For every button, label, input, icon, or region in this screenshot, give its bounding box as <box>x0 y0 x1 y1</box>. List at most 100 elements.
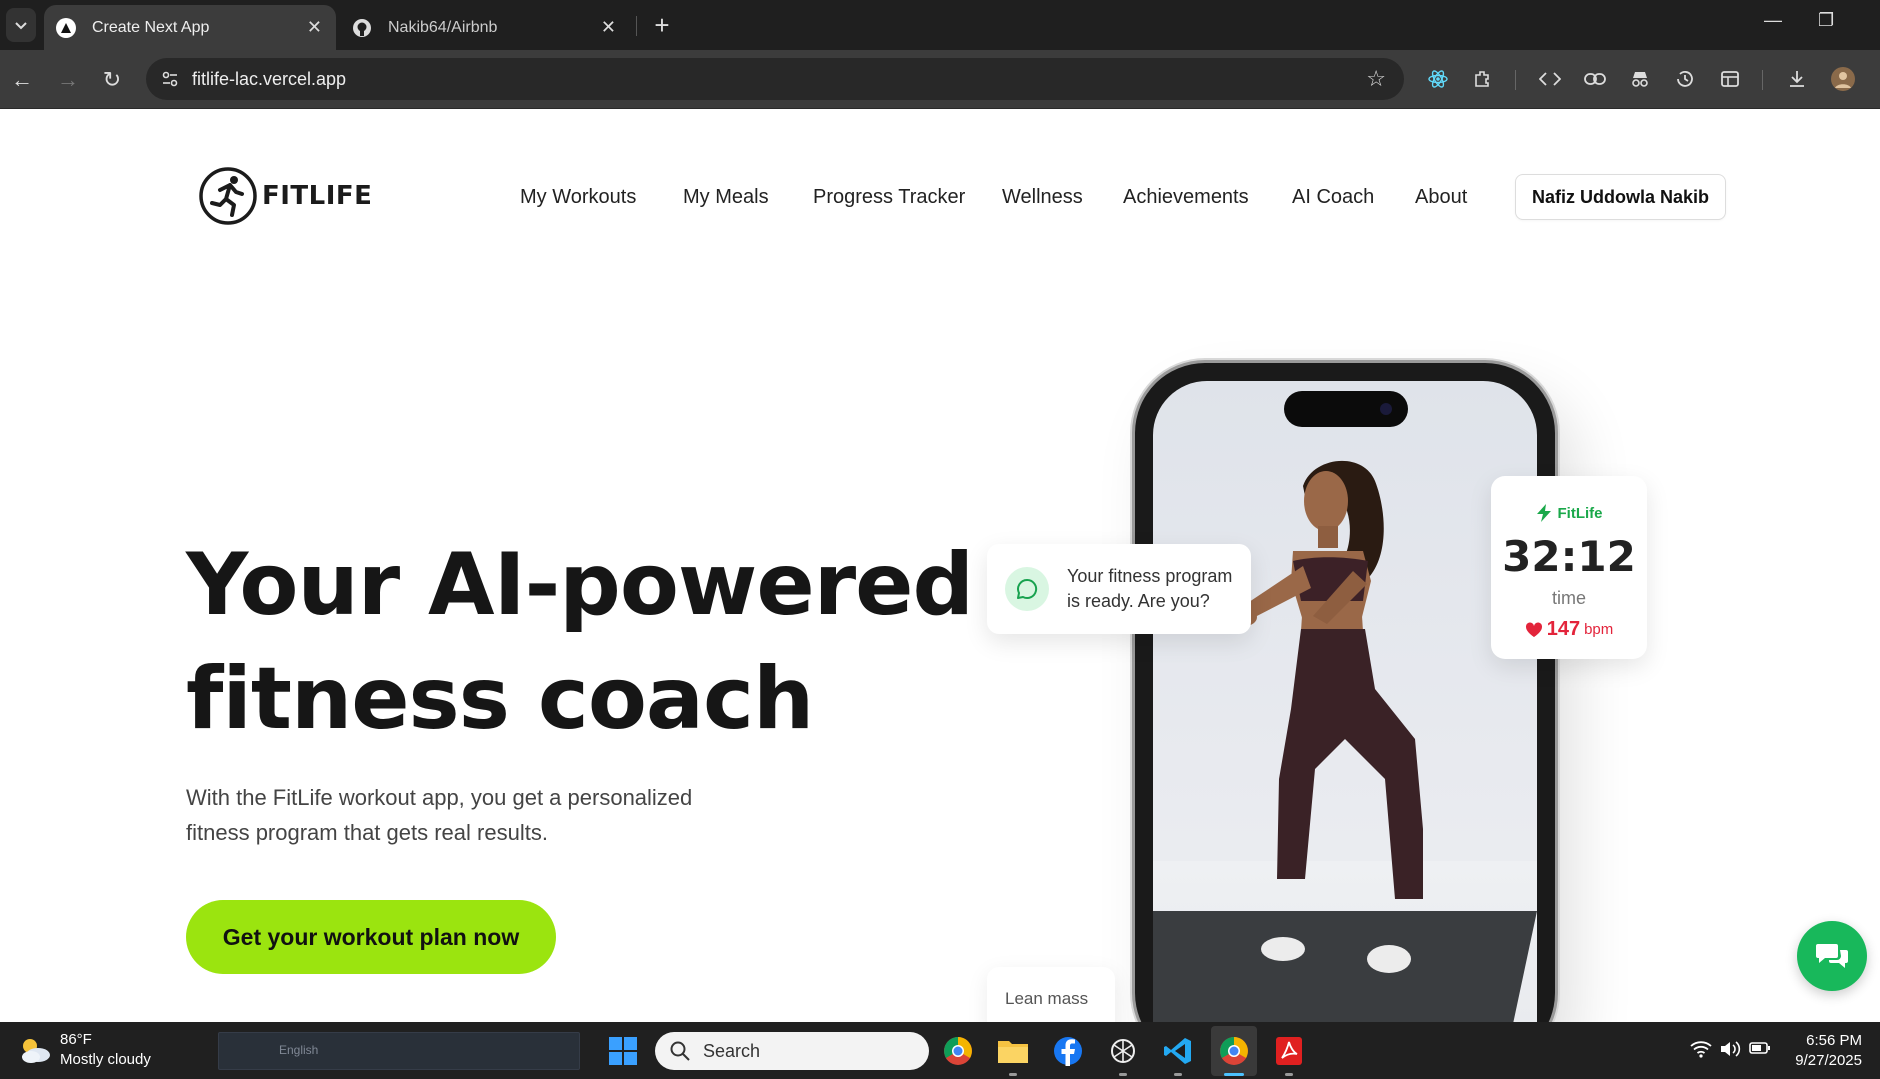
minimize-icon[interactable]: — <box>1764 10 1782 31</box>
profile-avatar-icon[interactable] <box>1828 64 1858 94</box>
user-profile-button[interactable]: Nafiz Uddowla Nakib <box>1515 174 1726 220</box>
windows-taskbar: 86°F Mostly cloudy English Search 6:56 P… <box>0 1022 1880 1079</box>
tab-github-airbnb[interactable]: Nakib64/Airbnb ✕ <box>340 5 630 50</box>
tab-title: Nakib64/Airbnb <box>388 18 498 36</box>
browser-tab-bar: Create Next App ✕ Nakib64/Airbnb ✕ + — ❐ <box>0 0 1880 50</box>
get-workout-plan-button[interactable]: Get your workout plan now <box>186 900 556 974</box>
woman-squatting-image <box>1233 460 1423 973</box>
back-button[interactable]: ← <box>6 64 38 96</box>
new-tab-button[interactable]: + <box>646 9 678 41</box>
search-icon <box>670 1041 690 1061</box>
chat-fab-button[interactable] <box>1797 921 1867 991</box>
nav-achievements[interactable]: Achievements <box>1123 186 1249 209</box>
chat-icon <box>1816 944 1848 968</box>
partly-cloudy-icon <box>22 1039 50 1063</box>
weather-widget[interactable]: 86°F Mostly cloudy <box>18 1030 151 1070</box>
program-ready-card: Your fitness program is ready. Are you? <box>987 544 1251 634</box>
phone-screen <box>1153 381 1537 1022</box>
workout-stats-card: FitLife 32:12 time 147 bpm <box>1491 476 1647 659</box>
side-panel-icon[interactable] <box>1715 64 1745 94</box>
github-favicon-icon <box>352 18 372 38</box>
battery-icon[interactable] <box>1749 1040 1771 1061</box>
lean-mass-label: Lean mass <box>1005 989 1089 1008</box>
brand-name: FITLIFE <box>262 181 373 211</box>
heart-icon <box>1525 621 1542 637</box>
site-settings-icon[interactable] <box>160 69 180 89</box>
nav-ai-coach[interactable]: AI Coach <box>1292 186 1374 209</box>
clock-time: 6:56 PM <box>1806 1032 1862 1049</box>
close-tab-icon[interactable]: ✕ <box>601 17 616 38</box>
system-clock[interactable]: 6:56 PM 9/27/2025 <box>1790 1031 1862 1071</box>
stats-brand: FitLife <box>1491 504 1647 522</box>
tab-create-next-app[interactable]: Create Next App ✕ <box>44 5 336 50</box>
chatgpt-icon[interactable] <box>1106 1034 1140 1076</box>
nav-progress-tracker[interactable]: Progress Tracker <box>813 186 965 209</box>
hero-headline: Your AI-powered fitness coach <box>186 528 974 756</box>
nextjs-favicon-icon <box>56 17 76 38</box>
tab-search-button[interactable] <box>6 8 36 42</box>
heart-rate-unit: bpm <box>1584 621 1614 638</box>
extensions-icon[interactable] <box>1468 64 1498 94</box>
weather-condition: Mostly cloudy <box>60 1051 151 1068</box>
code-icon[interactable] <box>1535 64 1565 94</box>
close-tab-icon[interactable]: ✕ <box>307 17 322 38</box>
lightning-bolt-icon <box>1536 504 1551 522</box>
react-devtools-icon[interactable] <box>1423 64 1453 94</box>
workout-time-label: time <box>1551 588 1586 608</box>
nav-about[interactable]: About <box>1415 186 1467 209</box>
link-icon[interactable] <box>1580 64 1610 94</box>
reload-button[interactable]: ↻ <box>96 64 128 96</box>
windows-start-icon[interactable] <box>608 1036 638 1066</box>
camera-lens <box>1380 403 1392 415</box>
nav-my-workouts[interactable]: My Workouts <box>520 186 636 209</box>
workout-time-value: 32:12 <box>1502 532 1636 581</box>
taskbar-search[interactable]: Search <box>655 1032 929 1070</box>
facebook-icon[interactable] <box>1051 1034 1085 1068</box>
vscode-icon[interactable] <box>1161 1034 1195 1076</box>
toolbar-divider <box>1515 70 1516 90</box>
search-label: Search <box>703 1040 761 1061</box>
heart-rate: 147 bpm <box>1491 618 1647 641</box>
file-explorer-icon[interactable] <box>996 1034 1030 1076</box>
headline-line-2: fitness coach <box>186 649 814 749</box>
browser-toolbar: ← → ↻ fitlife-lac.vercel.app ☆ <box>0 50 1880 109</box>
tab-title: Create Next App <box>92 18 210 36</box>
history-icon[interactable] <box>1670 64 1700 94</box>
phone-mockup <box>1135 363 1555 1022</box>
restore-icon[interactable]: ❐ <box>1818 10 1834 31</box>
program-ready-text: Your fitness program is ready. Are you? <box>1067 566 1233 611</box>
running-indicator <box>1009 1073 1017 1076</box>
webpage: FITLIFE My Workouts My Meals Progress Tr… <box>0 110 1880 1022</box>
tab-divider <box>636 16 637 36</box>
language-label: English <box>279 1043 319 1057</box>
heart-rate-value: 147 <box>1546 618 1581 640</box>
hero-subtext: With the FitLife workout app, you get a … <box>186 785 693 845</box>
active-indicator <box>1224 1073 1244 1076</box>
nav-wellness[interactable]: Wellness <box>1002 186 1083 209</box>
toolbar-divider <box>1762 70 1763 90</box>
incognito-icon[interactable] <box>1625 64 1655 94</box>
screen-root: Create Next App ✕ Nakib64/Airbnb ✕ + — ❐… <box>0 0 1880 1079</box>
acrobat-reader-icon[interactable] <box>1272 1034 1306 1076</box>
headline-line-1: Your AI-powered <box>186 535 974 635</box>
url-text[interactable]: fitlife-lac.vercel.app <box>192 69 346 90</box>
stats-brand-label: FitLife <box>1557 504 1603 522</box>
site-logo[interactable]: FITLIFE <box>198 166 372 226</box>
chrome-icon[interactable] <box>941 1034 975 1068</box>
running-indicator <box>1119 1073 1127 1076</box>
forward-button[interactable]: → <box>52 64 84 96</box>
nav-my-meals[interactable]: My Meals <box>683 186 769 209</box>
address-bar[interactable]: fitlife-lac.vercel.app ☆ <box>146 58 1404 100</box>
chrome-active-icon[interactable] <box>1217 1034 1251 1068</box>
toolbar-strip: English <box>218 1032 580 1070</box>
chevron-down-icon <box>15 22 27 30</box>
download-icon[interactable] <box>1782 64 1812 94</box>
weather-temp: 86°F <box>60 1031 92 1048</box>
lean-mass-card: Lean mass <box>987 967 1115 1022</box>
wifi-icon[interactable] <box>1690 1040 1712 1063</box>
runner-logo-icon <box>199 167 257 225</box>
volume-icon[interactable] <box>1719 1040 1741 1063</box>
bookmark-star-icon[interactable]: ☆ <box>1366 66 1386 92</box>
running-indicator <box>1174 1073 1182 1076</box>
running-indicator <box>1285 1073 1293 1076</box>
